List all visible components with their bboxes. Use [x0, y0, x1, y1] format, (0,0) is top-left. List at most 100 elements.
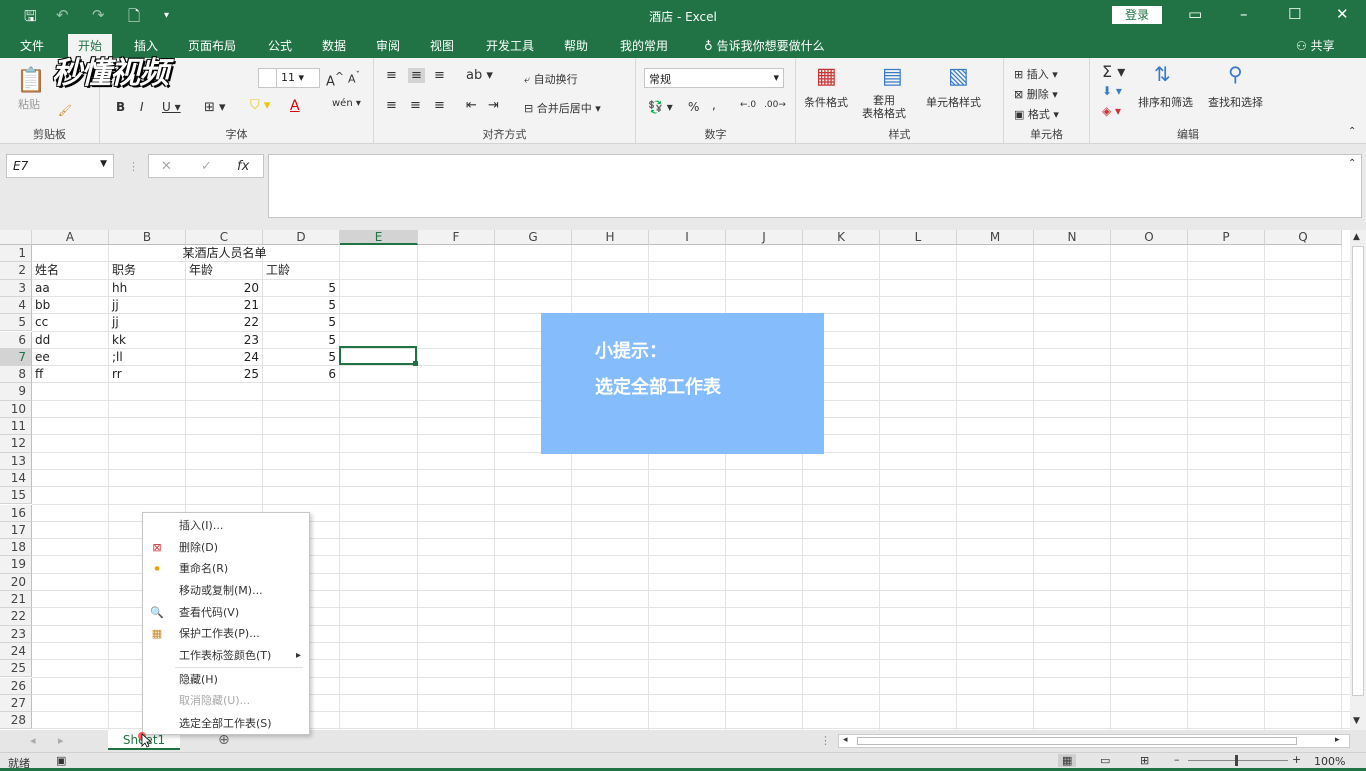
data-cell[interactable]: 25 — [186, 366, 259, 383]
tab-file[interactable]: 文件 — [20, 37, 44, 54]
column-header-b[interactable]: B — [109, 230, 186, 245]
column-header-g[interactable]: G — [495, 230, 572, 245]
tab-view[interactable]: 视图 — [430, 37, 454, 54]
selected-cell-e7[interactable] — [339, 346, 417, 365]
horizontal-scroll-thumb[interactable] — [857, 737, 1297, 745]
shrink-font-icon[interactable]: Aˇ — [348, 70, 360, 86]
conditional-format-label[interactable]: 条件格式 — [804, 94, 848, 110]
data-cell[interactable]: 5 — [263, 314, 336, 331]
column-header-o[interactable]: O — [1111, 230, 1188, 245]
data-cell[interactable]: kk — [112, 332, 126, 349]
find-select-icon[interactable]: ⚲ — [1228, 62, 1243, 86]
header-cell[interactable]: 工龄 — [266, 262, 290, 279]
font-size-combo[interactable]: 11 ▾ — [276, 68, 320, 88]
row-header-8[interactable]: 8 — [0, 366, 32, 384]
phonetic-icon[interactable]: wén ▾ — [332, 98, 361, 109]
data-cell[interactable]: dd — [35, 332, 50, 349]
tell-me-search[interactable]: ♁ 告诉我你想要做什么 — [704, 37, 825, 54]
scroll-down-icon[interactable]: ▼ — [1353, 716, 1360, 726]
increase-indent-icon[interactable]: ⇥ — [488, 98, 499, 113]
header-cell[interactable]: 年龄 — [189, 262, 213, 279]
decrease-indent-icon[interactable]: ⇤ — [466, 98, 477, 113]
maximize-icon[interactable]: ☐ — [1288, 5, 1301, 23]
context-menu-item[interactable]: 隐藏(H) — [143, 669, 309, 690]
name-box[interactable]: E7 ▼ — [6, 154, 114, 178]
insert-cells-button[interactable]: ⊞ 插入 ▾ — [1014, 66, 1058, 82]
column-header-j[interactable]: J — [726, 230, 803, 245]
macro-record-icon[interactable]: ▣ — [56, 754, 66, 767]
ribbon-display-icon[interactable]: ▭ — [1188, 5, 1202, 23]
horizontal-scrollbar[interactable]: ◂ ▸ — [838, 734, 1350, 748]
column-header-l[interactable]: L — [880, 230, 957, 245]
row-header-23[interactable]: 23 — [0, 625, 32, 643]
data-cell[interactable]: 21 — [186, 297, 259, 314]
grow-font-icon[interactable]: A^ — [326, 70, 344, 89]
collapse-formula-bar-icon[interactable]: ⌃ — [1348, 158, 1356, 169]
italic-icon[interactable]: I — [140, 100, 144, 114]
data-cell[interactable]: 6 — [263, 366, 336, 383]
cell-styles-icon[interactable]: ▧ — [948, 64, 969, 89]
percent-icon[interactable]: % — [688, 100, 699, 114]
align-top-icon[interactable]: ≡ — [386, 68, 397, 83]
tab-review[interactable]: 审阅 — [376, 37, 400, 54]
scroll-left-icon[interactable]: ◂ — [843, 735, 848, 745]
minimize-icon[interactable]: – — [1240, 5, 1248, 23]
data-cell[interactable]: jj — [112, 314, 119, 331]
zoom-out-icon[interactable]: – — [1174, 753, 1180, 766]
row-header-7[interactable]: 7 — [0, 348, 32, 367]
context-menu-item[interactable]: 插入(I)... — [143, 515, 309, 536]
formula-input[interactable] — [268, 154, 1362, 218]
tab-data[interactable]: 数据 — [322, 37, 346, 54]
decrease-decimal-icon[interactable]: .00→ — [764, 100, 786, 110]
column-header-f[interactable]: F — [418, 230, 495, 245]
data-cell[interactable]: ;ll — [112, 349, 123, 366]
increase-decimal-icon[interactable]: ←.0 — [740, 100, 756, 110]
data-cell[interactable]: rr — [112, 366, 122, 383]
data-cell[interactable]: 20 — [186, 280, 259, 297]
close-icon[interactable]: ✕ — [1336, 5, 1349, 23]
page-layout-view-icon[interactable]: ▭ — [1100, 754, 1110, 767]
row-header-17[interactable]: 17 — [0, 521, 32, 540]
row-header-21[interactable]: 21 — [0, 591, 32, 609]
align-right-icon[interactable]: ≡ — [434, 98, 445, 113]
data-cell[interactable]: 24 — [186, 349, 259, 366]
format-cells-button[interactable]: ▣ 格式 ▾ — [1014, 106, 1059, 122]
confirm-entry-icon[interactable]: ✓ — [201, 159, 212, 174]
table-title-cell[interactable]: 某酒店人员名单 — [32, 245, 417, 262]
align-center-icon[interactable]: ≡ — [410, 98, 421, 113]
page-break-view-icon[interactable]: ⊞ — [1140, 754, 1149, 767]
underline-icon[interactable]: U ▾ — [162, 100, 181, 114]
insert-function-icon[interactable]: fx — [237, 159, 249, 174]
delete-cells-button[interactable]: ⊠ 删除 ▾ — [1014, 86, 1058, 102]
font-color-icon[interactable]: A — [290, 98, 300, 114]
column-header-h[interactable]: H — [572, 230, 649, 245]
tab-page-layout[interactable]: 页面布局 — [188, 37, 236, 54]
row-header-3[interactable]: 3 — [0, 279, 32, 297]
sort-filter-icon[interactable]: ⇅ — [1154, 62, 1171, 86]
row-header-16[interactable]: 16 — [0, 504, 32, 522]
context-menu-item[interactable]: ▦ 保护工作表(P)... — [143, 623, 309, 644]
column-header-m[interactable]: M — [957, 230, 1034, 245]
orientation-icon[interactable]: ab ▾ — [466, 68, 493, 83]
zoom-level[interactable]: 100% — [1314, 755, 1345, 768]
row-header-4[interactable]: 4 — [0, 296, 32, 315]
row-header-6[interactable]: 6 — [0, 331, 32, 349]
data-cell[interactable]: 22 — [186, 314, 259, 331]
column-header-d[interactable]: D — [263, 230, 340, 245]
format-as-table-label[interactable]: 套用 表格格式 — [862, 94, 906, 120]
context-menu-item[interactable]: 移动或复制(M)... — [143, 580, 309, 601]
row-header-2[interactable]: 2 — [0, 262, 32, 280]
tab-developer[interactable]: 开发工具 — [486, 37, 534, 54]
row-header-19[interactable]: 19 — [0, 556, 32, 574]
format-as-table-icon[interactable]: ▤ — [882, 64, 903, 89]
context-menu-item[interactable]: 🔍 查看代码(V) — [143, 602, 309, 623]
row-header-12[interactable]: 12 — [0, 435, 32, 453]
row-header-25[interactable]: 25 — [0, 660, 32, 678]
tab-split-icon[interactable]: ⋮ — [820, 734, 831, 747]
bold-icon[interactable]: B — [116, 100, 125, 114]
zoom-slider-thumb[interactable] — [1235, 755, 1238, 766]
data-cell[interactable]: 5 — [263, 349, 336, 366]
comma-style-icon[interactable]: , — [712, 98, 716, 112]
prev-sheet-icon[interactable]: ◂ — [30, 734, 36, 747]
data-cell[interactable]: ff — [35, 366, 43, 383]
